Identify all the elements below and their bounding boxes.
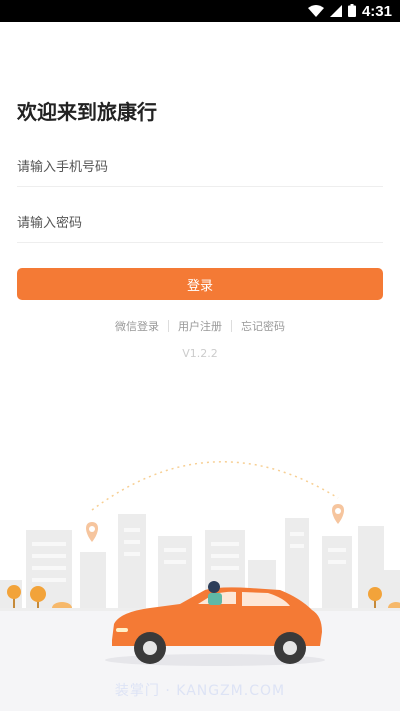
password-input[interactable] (17, 208, 383, 238)
location-pin-icon (332, 504, 344, 524)
page-title: 欢迎来到旅康行 (17, 100, 157, 124)
battery-icon (347, 2, 356, 21)
auth-links: 微信登录 用户注册 忘记密码 (0, 318, 400, 334)
status-time: 4:31 (361, 2, 392, 20)
dotted-arc (91, 461, 339, 511)
forgot-password-link[interactable]: 忘记密码 (241, 318, 285, 334)
password-field (17, 202, 383, 243)
divider (168, 320, 169, 332)
signal-icon (329, 2, 342, 21)
login-button-label: 登录 (186, 278, 213, 294)
status-bar: 4:31 (0, 0, 400, 22)
status-icons: 4:31 (307, 0, 392, 22)
watermark: 装掌门 · KANGZM.COM (114, 683, 286, 699)
version-label: V1.2.2 (182, 347, 218, 360)
divider (231, 320, 232, 332)
phone-input[interactable] (17, 152, 383, 182)
login-button[interactable]: 登录 (17, 268, 383, 300)
city-car-illustration (0, 440, 400, 711)
register-link[interactable]: 用户注册 (178, 318, 222, 334)
location-pin-icon (86, 522, 98, 542)
phone-field (17, 146, 383, 187)
wifi-icon (307, 2, 324, 21)
wechat-login-link[interactable]: 微信登录 (115, 318, 159, 334)
